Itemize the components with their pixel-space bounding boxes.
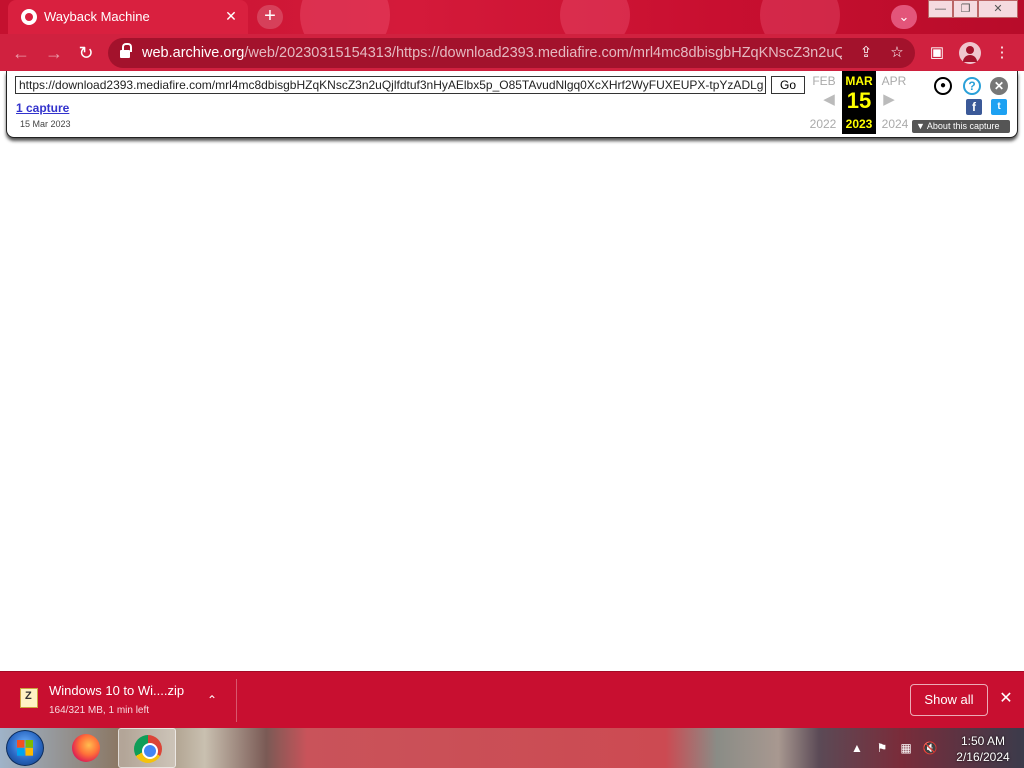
zip-file-icon: [20, 688, 38, 708]
url-host: web.archive.org: [142, 45, 245, 61]
twitter-icon[interactable]: t: [991, 99, 1007, 115]
minimize-button[interactable]: —: [928, 0, 953, 18]
facebook-icon[interactable]: f: [966, 99, 982, 115]
download-shelf: Windows 10 to Wi....zip 164/321 MB, 1 mi…: [0, 671, 1024, 728]
download-file-name[interactable]: Windows 10 to Wi....zip: [49, 683, 184, 698]
lock-icon: [120, 43, 132, 59]
divider: [236, 679, 237, 722]
reload-button[interactable]: ↻: [74, 41, 98, 65]
forward-button[interactable]: →: [42, 41, 66, 65]
share-icon[interactable]: ⇪: [856, 43, 876, 63]
close-window-button[interactable]: ✕: [978, 0, 1018, 18]
url-text: web.archive.org/web/20230315154313/https…: [142, 45, 842, 61]
current-day: 15: [846, 88, 872, 113]
taskbar-firefox[interactable]: [56, 728, 114, 768]
capture-range: 15 Mar 2023: [20, 119, 71, 129]
url-path: /web/20230315154313/https://download2393…: [244, 45, 842, 61]
next-capture-arrow-icon[interactable]: ▶: [881, 92, 897, 108]
back-button[interactable]: ←: [9, 41, 33, 65]
action-center-flag-icon[interactable]: ⚑: [874, 740, 890, 756]
menu-kebab-icon[interactable]: ⋮: [991, 42, 1013, 64]
wayback-go-button[interactable]: Go: [771, 76, 805, 94]
address-bar[interactable]: web.archive.org/web/20230315154313/https…: [108, 38, 915, 68]
prev-capture-arrow-icon[interactable]: ◀: [821, 92, 837, 108]
browser-tab-strip: Wayback Machine ✕ + ⌄ — ❐ ✕: [0, 0, 1024, 60]
about-capture-label: About this capture: [926, 121, 1000, 131]
current-capture-date: MAR 15 2023: [842, 71, 876, 134]
new-tab-button[interactable]: +: [257, 5, 283, 29]
clock-time: 1:50 AM: [960, 734, 1006, 748]
firefox-icon: [72, 734, 100, 762]
close-tab-icon[interactable]: ✕: [222, 7, 240, 25]
caret-down-icon: ▼: [916, 121, 927, 131]
help-icon[interactable]: ?: [963, 77, 981, 95]
next-year-label[interactable]: 2024: [879, 117, 911, 131]
side-panel-icon[interactable]: ▣: [926, 42, 948, 64]
prev-year-label[interactable]: 2022: [807, 117, 839, 131]
taskbar-chrome[interactable]: [118, 728, 176, 768]
download-status: 164/321 MB, 1 min left: [49, 705, 150, 716]
captures-link[interactable]: 1 capture: [16, 101, 69, 115]
bookmark-star-icon[interactable]: ☆: [887, 43, 907, 63]
close-toolbar-icon[interactable]: ✕: [990, 77, 1008, 95]
restore-button[interactable]: ❐: [953, 0, 978, 18]
wayback-favicon-icon: [21, 9, 37, 25]
about-capture-button[interactable]: ▼ About this capture: [912, 120, 1010, 133]
user-account-icon[interactable]: ●: [934, 77, 952, 95]
wayback-url-input[interactable]: https://download2393.mediafire.com/mrl4m…: [15, 76, 766, 94]
tab-title: Wayback Machine: [44, 9, 150, 24]
current-year: 2023: [845, 117, 873, 131]
wayback-toolbar: https://download2393.mediafire.com/mrl4m…: [6, 71, 1018, 138]
start-button[interactable]: [6, 730, 44, 766]
chrome-icon: [134, 735, 162, 763]
profile-avatar-icon[interactable]: [959, 42, 981, 64]
close-download-shelf-icon[interactable]: ✕: [997, 690, 1015, 708]
volume-muted-icon[interactable]: 🔇: [922, 740, 938, 756]
next-month-label[interactable]: APR: [878, 74, 910, 88]
prev-month-label[interactable]: FEB: [808, 74, 840, 88]
show-all-button[interactable]: Show all: [910, 684, 988, 716]
browser-toolbar: ← → ↻ web.archive.org/web/20230315154313…: [0, 34, 1024, 71]
network-icon[interactable]: ▦: [898, 740, 914, 756]
current-month: MAR: [845, 74, 873, 88]
chevron-up-icon[interactable]: ⌃: [203, 691, 221, 709]
system-clock[interactable]: 1:50 AM 2/16/2024: [950, 733, 1016, 765]
clock-date: 2/16/2024: [956, 750, 1010, 764]
windows-taskbar: ▲ ⚑ ▦ 🔇 1:50 AM 2/16/2024: [0, 728, 1024, 768]
tab-search-button[interactable]: ⌄: [891, 5, 917, 29]
show-hidden-icons-icon[interactable]: ▲: [849, 740, 865, 756]
browser-tab-active[interactable]: Wayback Machine ✕: [8, 0, 248, 34]
